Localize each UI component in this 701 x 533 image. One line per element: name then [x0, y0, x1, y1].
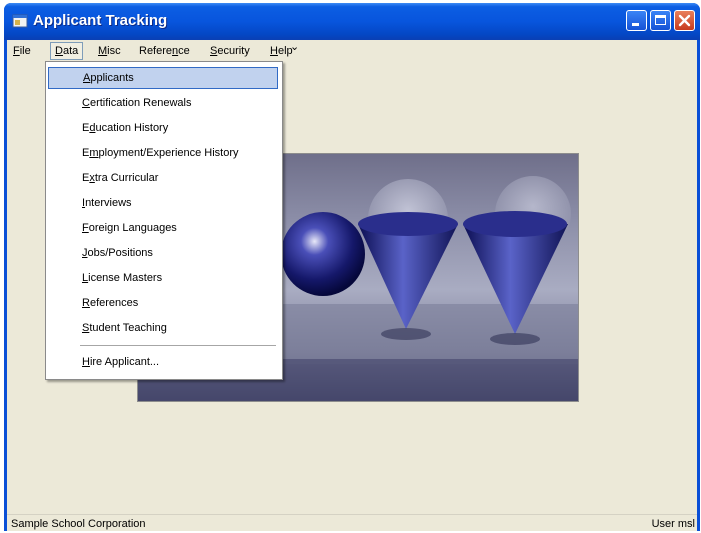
menu-label: Student Teaching	[82, 322, 167, 334]
menu-separator	[80, 345, 276, 346]
menu-item-interviews[interactable]: Interviews	[48, 192, 278, 214]
app-window-icon[interactable]	[12, 13, 28, 29]
menu-label: References	[82, 297, 139, 309]
menu-label: License Masters	[82, 272, 163, 284]
menu-reference[interactable]: Reference	[135, 43, 194, 59]
menu-item-jobs-positions[interactable]: Jobs/Positions	[48, 242, 278, 264]
menu-label: Applicants	[83, 72, 134, 84]
window-title: Applicant Tracking	[33, 12, 168, 29]
menu-label: Data	[55, 45, 79, 57]
menu-misc[interactable]: Misc	[94, 43, 125, 59]
menu-item-certification-renewals[interactable]: Certification Renewals	[48, 92, 278, 114]
menu-label: Extra Curricular	[82, 172, 159, 184]
menu-bar: File Data Misc Reference Security Help ⌄	[7, 40, 697, 61]
title-bar[interactable]: Applicant Tracking	[4, 3, 700, 40]
status-bar: Sample School Corporation User msl	[7, 514, 697, 531]
menu-item-license-masters[interactable]: License Masters	[48, 267, 278, 289]
menu-item-extra-curricular[interactable]: Extra Curricular	[48, 167, 278, 189]
menu-label: Misc	[98, 45, 121, 57]
menu-label: File	[13, 45, 31, 57]
menu-label: Interviews	[82, 197, 132, 209]
menu-label: Jobs/Positions	[82, 247, 153, 259]
status-organization: Sample School Corporation	[11, 518, 146, 530]
menu-item-student-teaching[interactable]: Student Teaching	[48, 317, 278, 339]
close-button[interactable]	[674, 10, 695, 31]
menu-security[interactable]: Security	[206, 43, 254, 59]
data-menu-dropdown: Applicants Certification Renewals Educat…	[45, 61, 283, 380]
menu-item-references[interactable]: References	[48, 292, 278, 314]
minimize-icon	[632, 23, 639, 26]
menu-item-education-history[interactable]: Education History	[48, 117, 278, 139]
menu-label: Reference	[139, 45, 190, 57]
menu-item-employment-experience-history[interactable]: Employment/Experience History	[48, 142, 278, 164]
maximize-button[interactable]	[650, 10, 671, 31]
menu-label: Hire Applicant...	[82, 356, 160, 368]
menu-label: Foreign Languages	[82, 222, 177, 234]
menu-item-foreign-languages[interactable]: Foreign Languages	[48, 217, 278, 239]
menu-file[interactable]: File	[9, 43, 35, 59]
close-icon	[678, 14, 691, 27]
menu-label: Security	[210, 45, 250, 57]
maximize-icon	[655, 15, 666, 25]
menu-data[interactable]: Data	[50, 42, 84, 60]
menu-overflow-chevron-icon[interactable]: ⌄	[290, 40, 299, 53]
minimize-button[interactable]	[626, 10, 647, 31]
menu-label: Employment/Experience History	[82, 147, 239, 159]
menu-label: Certification Renewals	[82, 97, 192, 109]
status-user: User msl	[651, 518, 695, 530]
menu-item-applicants[interactable]: Applicants	[48, 67, 278, 89]
menu-label: Education History	[82, 122, 169, 134]
menu-item-hire-applicant[interactable]: Hire Applicant...	[48, 351, 278, 373]
